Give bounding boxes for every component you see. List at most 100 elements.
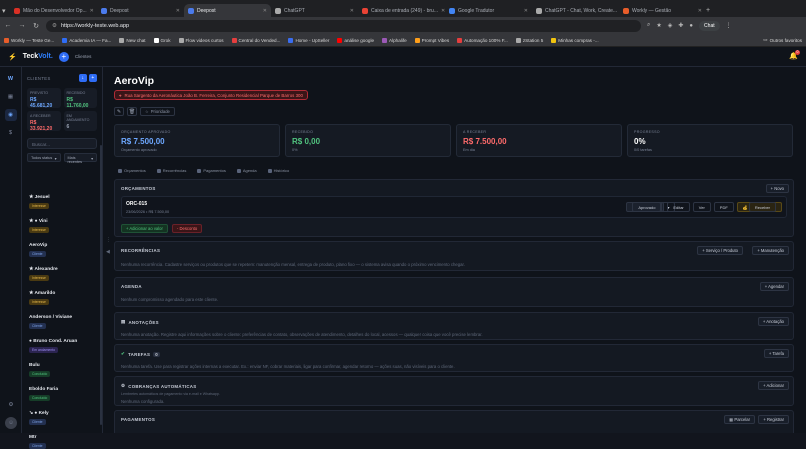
close-tab-icon[interactable]: ✕ <box>524 8 528 14</box>
tab-search-icon[interactable]: ▾ <box>2 4 10 17</box>
view-budget-button[interactable]: Ver <box>692 202 711 212</box>
close-tab-icon[interactable]: ✕ <box>176 8 180 14</box>
section-tab[interactable]: Pagamentos <box>197 168 226 173</box>
panel-divider-handle[interactable]: ⋮ <box>106 237 111 243</box>
budget-item[interactable]: ORC-015 23/06/2026 • R$ 7.500,00 Aprovad… <box>121 196 787 218</box>
section-tab[interactable]: Orçamentos <box>118 168 146 173</box>
bookmark-item[interactable]: Flow videos curtos <box>178 37 224 43</box>
add-value-button[interactable]: + Adicionar ao valor <box>121 224 168 233</box>
bookmark-item[interactable]: Workly — Teste Ge... <box>4 37 54 43</box>
browser-tab[interactable]: Workly — Gestão ✕ <box>619 4 706 17</box>
browser-tab[interactable]: Deepost ✕ <box>184 4 271 17</box>
extension-icon[interactable]: ◈ <box>668 22 673 29</box>
collapse-arrow-icon[interactable]: ◀ <box>106 249 110 255</box>
bell-icon[interactable]: 🔔 0 <box>789 50 800 60</box>
bookmark-star-icon[interactable]: ★ <box>656 22 661 29</box>
client-list-item[interactable]: ★ Jesuel Interesse <box>29 195 50 209</box>
close-tab-icon[interactable]: ✕ <box>90 8 94 14</box>
client-list-scrollbar[interactable] <box>100 145 102 425</box>
client-search-input[interactable]: Buscar... <box>27 138 97 149</box>
notification-badge: 0 <box>795 50 800 55</box>
bookmark-item[interactable]: zStation 5 <box>515 37 543 43</box>
client-list-item[interactable]: ★ ● Vini Interesse <box>29 219 49 233</box>
client-list-item[interactable]: AeroVip Cliente <box>29 243 47 257</box>
back-icon[interactable]: ← <box>4 22 12 29</box>
clients-icon[interactable]: ◉ <box>4 109 17 121</box>
client-list-item[interactable]: ★ Amarildo Interesse <box>29 291 55 305</box>
browser-tab[interactable]: Caixa de entrada (249) - bru... ✕ <box>358 4 445 17</box>
chat-button[interactable]: Chat <box>699 20 720 31</box>
finance-icon[interactable]: $ <box>5 127 17 139</box>
settings-icon[interactable]: ⚙ <box>5 399 17 411</box>
browser-tab[interactable]: ChatGPT ✕ <box>271 4 358 17</box>
url-field[interactable]: ⚙ https://workly-teste.web.app <box>46 19 641 32</box>
browser-tab[interactable]: Mão do Desenvolvedor Op... ✕ <box>10 4 97 17</box>
profile-icon[interactable]: ● <box>689 23 693 29</box>
client-list-item[interactable]: Anderson / Viviane Cliente <box>29 315 72 329</box>
other-bookmarks[interactable]: ▭ Outros favoritos <box>763 37 802 43</box>
client-list-item[interactable]: Mtr Cliente <box>29 435 46 449</box>
add-charge-button[interactable]: + Adicionar <box>758 381 789 390</box>
close-tab-icon[interactable]: ✕ <box>698 8 702 14</box>
client-list-item[interactable]: ↘ ● Kely Cliente <box>29 411 49 425</box>
register-payment-button[interactable]: + Registrar <box>758 415 789 424</box>
notes-icon: ▤ <box>121 319 126 324</box>
receive-button[interactable]: 💰 Receber <box>736 202 782 212</box>
dashboard-icon[interactable]: ▦ <box>5 91 17 103</box>
budget-status-select[interactable]: Aprovado ▾ <box>626 202 676 212</box>
bookmark-item[interactable]: Minhas compras -... <box>551 37 599 43</box>
client-list-item[interactable]: Eboldo Faria Concluído <box>29 387 58 401</box>
installments-button[interactable]: ▦ Parcelar <box>724 415 755 424</box>
menu-icon[interactable]: ⋮ <box>726 22 732 29</box>
import-button[interactable]: ↓ <box>79 74 87 82</box>
bookmark-item[interactable]: Prompt Vibes <box>414 37 449 43</box>
section-tab[interactable]: Agenda <box>236 168 257 173</box>
browser-tab[interactable]: Google Tradutor ✕ <box>445 4 532 17</box>
add-maintenance-button[interactable]: + Manutenção <box>752 246 789 255</box>
browser-tab[interactable]: ChatGPT - Chat, Work, Create...✕ <box>532 4 619 17</box>
bookmark-item[interactable]: Academia IA — Fa... <box>62 37 111 43</box>
new-budget-button[interactable]: + Novo <box>765 184 789 193</box>
status-badge: Cliente <box>29 251 46 257</box>
close-tab-icon[interactable]: ✕ <box>263 8 267 14</box>
status-filter-select[interactable]: Todos status ▾ <box>27 153 61 162</box>
bookmark-item[interactable]: Grok <box>153 37 171 43</box>
bookmark-item[interactable]: Automação 100% F... <box>457 37 508 43</box>
bookmark-item[interactable]: New chat <box>119 37 146 43</box>
schedule-button[interactable]: + Agendar <box>759 282 789 291</box>
discount-button[interactable]: - Desconto <box>171 224 203 233</box>
edit-client-icon[interactable]: ✎ <box>114 107 124 116</box>
section-tab[interactable]: Histórico <box>267 168 289 173</box>
forward-icon[interactable]: → <box>18 22 26 29</box>
add-client-button[interactable]: + <box>58 51 69 62</box>
user-avatar[interactable]: ☺ <box>5 417 17 429</box>
priority-button[interactable]: ☆ Prioridade <box>140 107 175 116</box>
bookmark-item[interactable]: Home - UpSeller <box>288 37 329 43</box>
add-task-button[interactable]: + Tarefa <box>763 349 789 358</box>
zoom-icon[interactable]: ⌕ <box>647 22 650 29</box>
bookmark-item[interactable]: Central do Vended... <box>231 37 280 43</box>
edit-budget-button[interactable]: Editar <box>667 202 690 212</box>
add-service-button[interactable]: + Serviço / Produto <box>697 246 743 255</box>
reload-icon[interactable]: ↻ <box>32 22 40 30</box>
new-tab-icon[interactable]: + <box>706 4 714 17</box>
sort-select[interactable]: Mais recentes ▾ <box>63 153 97 164</box>
delete-client-icon[interactable]: 🗑 <box>127 107 137 116</box>
close-tab-icon[interactable]: ✕ <box>350 8 354 14</box>
url-text: https://workly-teste.web.app <box>60 22 130 29</box>
pdf-button[interactable]: PDF <box>713 202 734 212</box>
client-list-item[interactable]: Bulu Concluído <box>29 363 51 377</box>
add-note-button[interactable]: + Anotação <box>757 317 789 326</box>
bookmark-item[interactable]: análise google <box>337 37 374 43</box>
site-info-icon[interactable]: ⚙ <box>52 23 57 29</box>
client-list-item[interactable]: ● Bruno Cond. Aruan Em andamento <box>29 339 77 353</box>
workspace-icon[interactable]: W <box>5 73 17 85</box>
browser-tab[interactable]: Deepost ✕ <box>97 4 184 17</box>
bookmark-item[interactable]: Alphalife <box>382 37 407 43</box>
puzzle-icon[interactable]: ✚ <box>678 22 683 29</box>
sidebar-stat: RECEBIDO R$ 11.760,00 <box>63 88 97 109</box>
client-list-item[interactable]: ★ Alexandre Interesse <box>29 267 58 281</box>
client-address[interactable]: ⌖ Rua Sargento da Aeronáutica João B. Fe… <box>114 90 308 100</box>
section-tab[interactable]: Recorrências <box>156 168 186 173</box>
new-client-button[interactable]: + <box>89 74 97 82</box>
